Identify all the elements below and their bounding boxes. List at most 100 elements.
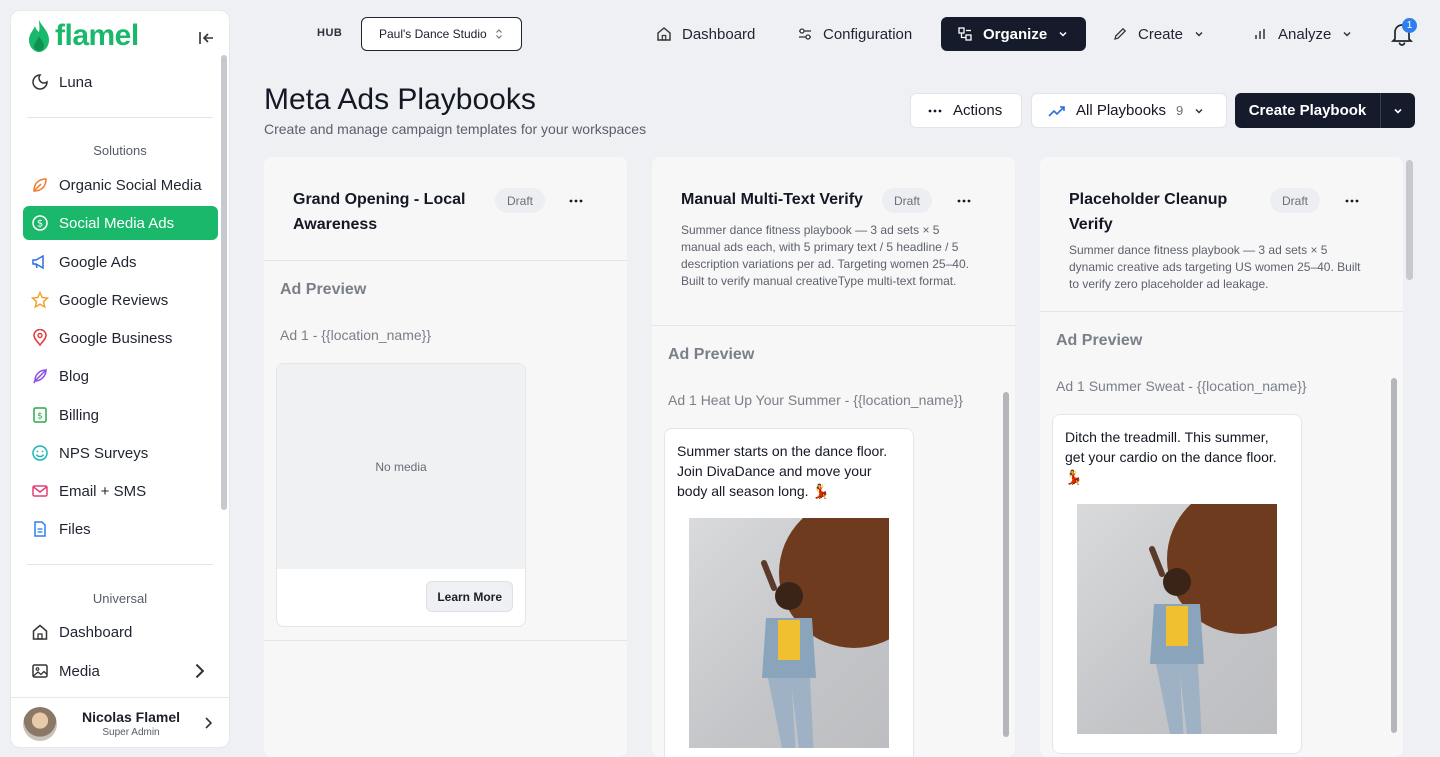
bar-chart-icon — [1255, 29, 1265, 39]
smile-icon — [32, 445, 48, 461]
sidebar-item-billing[interactable]: $ Billing — [23, 398, 218, 432]
learn-more-button[interactable]: Learn More — [426, 581, 513, 612]
card-header: Grand Opening - Local Awareness Draft — [264, 157, 627, 261]
logo-text: flamel — [55, 19, 139, 52]
nav-label: Create — [1138, 25, 1184, 43]
divider — [264, 640, 627, 641]
hub-label: HUB — [317, 27, 343, 39]
billing-icon: $ — [33, 407, 47, 423]
ad-preview-label: Ad Preview — [280, 281, 367, 298]
nav-dashboard[interactable]: Dashboard — [640, 17, 771, 51]
workspace-name: Paul's Dance Studio — [379, 27, 487, 41]
main-scrollbar[interactable] — [1406, 160, 1413, 280]
nav-label: Organize — [983, 25, 1048, 43]
sidebar-item-google-ads[interactable]: Google Ads — [23, 245, 218, 279]
home-icon — [657, 27, 671, 41]
sidebar-item-organic-social-media[interactable]: Organic Social Media — [23, 168, 218, 202]
section-label-universal: Universal — [92, 591, 148, 606]
more-options-icon[interactable] — [956, 193, 972, 209]
create-playbook-label: Create Playbook — [1248, 102, 1367, 119]
dancer-figure — [1149, 546, 1204, 734]
home-icon — [32, 624, 48, 640]
notification-badge: 1 — [1402, 18, 1417, 33]
divider — [27, 564, 213, 565]
status-badge: Draft — [495, 188, 546, 213]
chevron-down-icon — [1195, 31, 1203, 37]
actions-button[interactable]: Actions — [910, 93, 1022, 128]
card-header: Placeholder Cleanup Verify Draft Summer … — [1040, 157, 1403, 312]
nav-create[interactable]: Create — [1096, 17, 1221, 51]
file-icon — [34, 521, 46, 537]
playbook-card[interactable]: Manual Multi-Text Verify Draft Summer da… — [652, 157, 1015, 757]
card-title: Manual Multi-Text Verify — [681, 191, 863, 208]
user-profile[interactable]: Nicolas Flamel Super Admin — [11, 697, 229, 747]
playbook-filter-select[interactable]: All Playbooks 9 — [1031, 93, 1227, 128]
sidebar-item-email-sms[interactable]: Email + SMS — [23, 474, 218, 508]
nav-organize[interactable]: Organize — [941, 17, 1086, 51]
sidebar-item-label: Email + SMS — [59, 482, 147, 500]
chevron-right-icon — [205, 717, 213, 729]
card-scrollbar[interactable] — [1003, 392, 1009, 737]
chevron-down-icon — [1059, 31, 1067, 37]
moon-icon — [32, 74, 48, 90]
nav-analyze[interactable]: Analyze — [1236, 17, 1369, 51]
flamel-logo[interactable]: flamel — [27, 19, 139, 53]
user-role: Super Admin — [102, 727, 160, 738]
sliders-icon — [799, 28, 811, 40]
sidebar-scrollbar[interactable] — [221, 55, 227, 510]
more-horizontal-icon — [928, 109, 942, 112]
card-title: Placeholder Cleanup Verify — [1069, 191, 1228, 233]
create-playbook-button[interactable]: Create Playbook — [1235, 93, 1415, 128]
ad-image — [689, 518, 889, 748]
create-playbook-menu-toggle[interactable] — [1380, 93, 1415, 128]
sidebar-item-media[interactable]: Media — [23, 654, 218, 688]
no-media-placeholder: No media — [277, 364, 525, 569]
mail-icon — [32, 485, 48, 497]
card-scrollbar[interactable] — [1391, 378, 1397, 733]
collapse-sidebar-icon[interactable] — [197, 29, 215, 47]
sidebar-item-luna[interactable]: Luna — [23, 65, 218, 99]
sidebar-item-google-reviews[interactable]: Google Reviews — [23, 283, 218, 317]
chevron-down-icon — [1195, 108, 1203, 114]
ad-image — [1077, 504, 1277, 734]
trend-up-icon — [1048, 105, 1065, 117]
sidebar-item-dashboard[interactable]: Dashboard — [23, 615, 218, 649]
dollar-circle-icon: $ — [32, 215, 48, 231]
sidebar-item-blog[interactable]: Blog — [23, 359, 218, 393]
sidebar-item-label: Billing — [59, 406, 100, 424]
chevron-down-icon — [1394, 108, 1402, 114]
card-description: Summer dance fitness playbook — 3 ad set… — [1069, 243, 1361, 291]
user-name: Nicolas Flamel — [81, 709, 181, 725]
sidebar-item-google-business[interactable]: Google Business — [23, 321, 218, 355]
image-icon — [32, 664, 48, 678]
workspace-select[interactable]: Paul's Dance Studio — [361, 17, 522, 51]
sidebar-item-files[interactable]: Files — [23, 512, 218, 546]
playbook-card[interactable]: Placeholder Cleanup Verify Draft Summer … — [1040, 157, 1403, 757]
filter-count: 9 — [1176, 103, 1184, 118]
more-options-icon[interactable] — [1344, 193, 1360, 209]
ad-primary-text: Summer starts on the dance floor. Join D… — [677, 443, 888, 499]
ad-preview: Ditch the treadmill. This summer, get yo… — [1052, 414, 1302, 754]
nav-configuration[interactable]: Configuration — [781, 17, 928, 51]
flame-logo-icon — [29, 20, 49, 52]
megaphone-icon — [32, 254, 44, 270]
chevron-down-icon — [1343, 31, 1351, 37]
sidebar-item-social-media-ads[interactable]: $ Social Media Ads — [23, 206, 218, 240]
card-description: Summer dance fitness playbook — 3 ad set… — [681, 223, 969, 288]
sidebar-item-label: Dashboard — [59, 623, 133, 641]
map-pin-icon — [33, 329, 47, 347]
divider — [27, 117, 213, 118]
sidebar-item-nps-surveys[interactable]: NPS Surveys — [23, 436, 218, 470]
sidebar-item-label: Google Business — [59, 329, 173, 347]
status-badge: Draft — [882, 188, 933, 213]
chevron-right-icon — [195, 663, 205, 679]
sidebar: flamel Luna Solutions Organic Social Med… — [10, 10, 230, 748]
svg-text:$: $ — [37, 219, 43, 230]
updown-chevron-icon — [496, 29, 502, 39]
ad-preview: No media Learn More — [276, 363, 526, 627]
ad-title: Ad 1 Heat Up Your Summer - {{location_na… — [668, 392, 963, 408]
organize-icon — [958, 27, 972, 41]
filter-label: All Playbooks — [1076, 102, 1167, 119]
playbook-card[interactable]: Grand Opening - Local Awareness Draft Ad… — [264, 157, 627, 757]
more-options-icon[interactable] — [568, 193, 584, 209]
